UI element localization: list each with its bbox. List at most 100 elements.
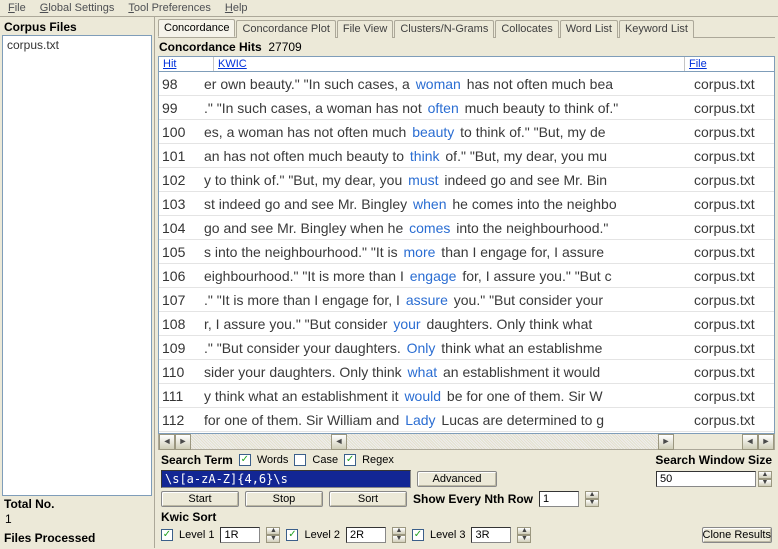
kwic-text: eighbourhood." "It is more than I engage… (204, 268, 694, 284)
table-row[interactable]: 100es, a woman has not often much beauty… (159, 120, 774, 144)
level1-spinner[interactable]: ▲▼ (266, 527, 280, 543)
total-no-value: 1 (2, 512, 152, 530)
search-window-field[interactable]: 50 (656, 471, 756, 487)
level3-label: Level 3 (430, 529, 465, 541)
kwic-sort-label: Kwic Sort (161, 510, 216, 524)
table-row[interactable]: 101an has not often much beauty to think… (159, 144, 774, 168)
concordance-grid[interactable]: 98er own beauty." "In such cases, a woma… (158, 71, 775, 434)
file-name: corpus.txt (694, 292, 774, 308)
tab-concordance[interactable]: Concordance (158, 19, 235, 37)
level3-field[interactable]: 3R (471, 527, 511, 543)
table-row[interactable]: 105s into the neighbourhood." "It is mor… (159, 240, 774, 264)
total-no-label: Total No. (2, 496, 152, 512)
tab-bar: Concordance Concordance Plot File View C… (158, 19, 775, 38)
col-kwic[interactable]: KWIC (214, 57, 685, 71)
concordance-hits: Concordance Hits 27709 (158, 38, 775, 56)
table-row[interactable]: 111y think what an establishment it woul… (159, 384, 774, 408)
advanced-button[interactable]: Advanced (417, 471, 497, 487)
hit-number: 109 (159, 340, 204, 356)
menu-bar: File Global Settings Tool Preferences He… (0, 0, 778, 17)
hscrollbar[interactable]: ◄ ► ◄ ► ◄ ► (158, 434, 775, 450)
hit-number: 112 (159, 412, 204, 428)
scroll-left-icon[interactable]: ◄ (159, 434, 175, 450)
file-name: corpus.txt (694, 172, 774, 188)
window-spinner[interactable]: ▲▼ (758, 471, 772, 487)
table-row[interactable]: 106eighbourhood." "It is more than I eng… (159, 264, 774, 288)
scroll-right-icon-3[interactable]: ► (758, 434, 774, 450)
tab-keyword-list[interactable]: Keyword List (619, 20, 694, 38)
level3-checkbox[interactable]: ✓ (412, 529, 424, 541)
search-window-label: Search Window Size (655, 453, 772, 467)
table-row[interactable]: 109." "But consider your daughters. Only… (159, 336, 774, 360)
concordance-hits-count: 27709 (268, 40, 301, 54)
right-panel: Concordance Concordance Plot File View C… (155, 17, 778, 548)
search-term-label: Search Term (161, 453, 233, 467)
kwic-text: y think what an establishment it would b… (204, 388, 694, 404)
kwic-text: y to think of." "But, my dear, you must … (204, 172, 694, 188)
tab-collocates[interactable]: Collocates (495, 20, 558, 38)
show-every-field[interactable]: 1 (539, 491, 579, 507)
scroll-left-icon-2[interactable]: ◄ (331, 434, 347, 450)
hit-number: 102 (159, 172, 204, 188)
hit-number: 110 (159, 364, 204, 380)
table-row[interactable]: 108r, I assure you." "But consider your … (159, 312, 774, 336)
scroll-right-icon[interactable]: ► (175, 434, 191, 450)
table-row[interactable]: 112for one of them. Sir William and Lady… (159, 408, 774, 432)
scroll-left-icon-3[interactable]: ◄ (742, 434, 758, 450)
table-row[interactable]: 99." "In such cases, a woman has not oft… (159, 96, 774, 120)
table-row[interactable]: 104go and see Mr. Bingley when he comes … (159, 216, 774, 240)
menu-help[interactable]: Help (220, 1, 253, 15)
level1-checkbox[interactable]: ✓ (161, 529, 173, 541)
tab-plot[interactable]: Concordance Plot (236, 20, 335, 38)
hit-number: 103 (159, 196, 204, 212)
kwic-text: ." "It is more than I engage for, I assu… (204, 292, 694, 308)
table-row[interactable]: 103st indeed go and see Mr. Bingley when… (159, 192, 774, 216)
level1-field[interactable]: 1R (220, 527, 260, 543)
table-row[interactable]: 107." "It is more than I engage for, I a… (159, 288, 774, 312)
left-panel: Corpus Files corpus.txt Total No. 1 File… (0, 17, 155, 548)
level3-spinner[interactable]: ▲▼ (517, 527, 531, 543)
table-row[interactable]: 102y to think of." "But, my dear, you mu… (159, 168, 774, 192)
col-file[interactable]: File (685, 57, 774, 71)
corpus-file-item[interactable]: corpus.txt (7, 38, 147, 52)
show-every-spinner[interactable]: ▲▼ (585, 491, 599, 507)
scroll-right-icon-2[interactable]: ► (658, 434, 674, 450)
search-input[interactable]: \s[a-zA-Z]{4,6}\s (161, 470, 411, 488)
kwic-text: er own beauty." "In such cases, a woman … (204, 76, 694, 92)
tab-file-view[interactable]: File View (337, 20, 393, 38)
corpus-files-list[interactable]: corpus.txt (2, 35, 152, 496)
files-processed-label: Files Processed (2, 530, 152, 546)
show-every-label: Show Every Nth Row (413, 492, 533, 506)
file-name: corpus.txt (694, 412, 774, 428)
level1-label: Level 1 (179, 529, 214, 541)
file-name: corpus.txt (694, 148, 774, 164)
level2-checkbox[interactable]: ✓ (286, 529, 298, 541)
menu-tool[interactable]: Tool Preferences (123, 1, 216, 15)
hit-number: 105 (159, 244, 204, 260)
words-checkbox[interactable]: ✓ (239, 454, 251, 466)
tab-word-list[interactable]: Word List (560, 20, 618, 38)
file-name: corpus.txt (694, 388, 774, 404)
file-name: corpus.txt (694, 340, 774, 356)
level2-field[interactable]: 2R (346, 527, 386, 543)
level2-spinner[interactable]: ▲▼ (392, 527, 406, 543)
kwic-text: go and see Mr. Bingley when he comes int… (204, 220, 694, 236)
corpus-files-heading: Corpus Files (2, 19, 152, 35)
menu-file[interactable]: File (3, 1, 31, 15)
menu-global[interactable]: Global Settings (35, 1, 120, 15)
stop-button[interactable]: Stop (245, 491, 323, 507)
regex-checkbox[interactable]: ✓ (344, 454, 356, 466)
table-row[interactable]: 110sider your daughters. Only think what… (159, 360, 774, 384)
hit-number: 108 (159, 316, 204, 332)
case-checkbox[interactable] (294, 454, 306, 466)
clone-results-button[interactable]: Clone Results (702, 527, 772, 543)
col-hit[interactable]: Hit (159, 57, 214, 71)
sort-button[interactable]: Sort (329, 491, 407, 507)
kwic-text: ." "In such cases, a woman has not often… (204, 100, 694, 116)
table-row[interactable]: 98er own beauty." "In such cases, a woma… (159, 72, 774, 96)
tab-clusters[interactable]: Clusters/N-Grams (394, 20, 494, 38)
controls-panel: Search Term ✓ Words Case ✓ Regex Search … (158, 450, 775, 546)
start-button[interactable]: Start (161, 491, 239, 507)
level2-label: Level 2 (304, 529, 339, 541)
kwic-text: es, a woman has not often much beauty to… (204, 124, 694, 140)
